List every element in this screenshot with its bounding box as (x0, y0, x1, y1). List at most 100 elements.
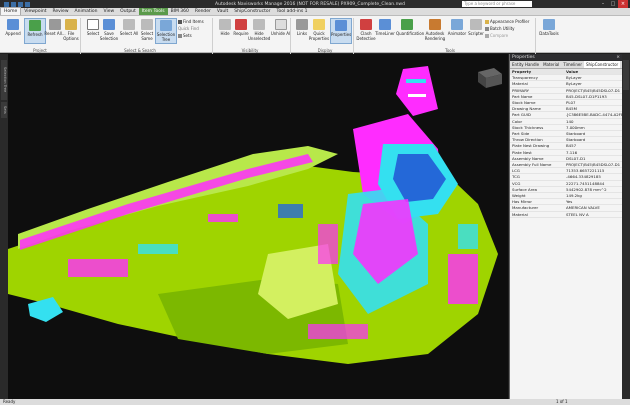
sets-tab[interactable]: Sets (1, 102, 7, 118)
tab-tool-add-ins[interactable]: Tool add-ins 1 (274, 8, 311, 15)
table-row[interactable]: PRIMARY PROJECT\B45\B45DSL07-D1 (510, 87, 622, 94)
tab-render[interactable]: Render (192, 8, 214, 15)
selection-tree-tab[interactable]: Selection Tree (1, 60, 7, 100)
properties-title: Properties (512, 55, 535, 60)
binoculars-icon (178, 19, 182, 24)
properties-icon (335, 20, 347, 31)
hide-unselected-icon (253, 19, 265, 30)
clash-icon (360, 19, 372, 30)
table-row[interactable]: Part Name B45-DSL07-D1P1193 (510, 93, 622, 101)
right-dock (622, 54, 630, 399)
compare-button[interactable]: Compare (485, 33, 508, 38)
find-items-button[interactable]: Find Items (178, 19, 204, 24)
unhide-all-button[interactable]: Unhide All (270, 18, 292, 44)
search-input[interactable]: Type a keyword or phrase (462, 1, 532, 7)
status-text: Ready (3, 399, 16, 404)
ship-model-render[interactable] (8, 54, 508, 399)
save-selection-button[interactable]: Save Selection (98, 18, 120, 44)
datatools-button[interactable]: DataTools (538, 18, 560, 44)
table-row[interactable]: Material STEEL NV A (510, 211, 622, 218)
unhide-icon (275, 19, 287, 30)
appearance-profiler-icon (485, 19, 489, 24)
redo-icon[interactable] (25, 1, 30, 7)
select-same-icon (141, 19, 153, 30)
datatools-icon (543, 19, 555, 30)
tab-viewpoint[interactable]: Viewpoint (21, 8, 49, 15)
undo-icon[interactable] (18, 1, 23, 7)
quick-find-input[interactable]: Quick Find (178, 26, 199, 31)
ribbon: Append Refresh Reset All... File Options… (0, 16, 630, 62)
tab-view[interactable]: View (100, 8, 117, 15)
ribbon-tabs: Home Viewpoint Review Animation View Out… (0, 7, 630, 16)
panel-project-label: Project (33, 48, 47, 53)
maximize-button[interactable]: □ (608, 0, 618, 8)
tab-entity-handle[interactable]: Entity Handle (510, 61, 541, 68)
quick-properties-button[interactable]: Quick Properties (308, 18, 330, 44)
append-icon (7, 19, 19, 30)
timeliner-button[interactable]: TimeLiner (374, 18, 396, 44)
quick-properties-icon (313, 19, 325, 30)
panel-tools-label: Tools (445, 48, 455, 53)
tab-review[interactable]: Review (49, 8, 71, 15)
hide-unselected-button[interactable]: Hide Unselected (248, 18, 270, 44)
tab-shipconstructor-props[interactable]: ShipConstructor (583, 61, 621, 68)
title-bar: Autodesk Navisworks Manage 2016 (NOT FOR… (0, 0, 630, 8)
app-menu-icon[interactable] (4, 1, 9, 7)
minimize-button[interactable]: – (598, 0, 608, 8)
autodesk-rendering-button[interactable]: Autodesk Rendering (424, 18, 446, 44)
tree-icon (160, 20, 172, 31)
scripter-icon (470, 19, 482, 30)
timeliner-icon (379, 19, 391, 30)
refresh-button[interactable]: Refresh (24, 18, 46, 44)
animator-icon (451, 19, 463, 30)
tab-material[interactable]: Material (541, 61, 561, 68)
scripter-button[interactable]: Scripter (465, 18, 487, 44)
tab-vault[interactable]: Vault (214, 8, 231, 15)
table-row[interactable]: Part GUID {C386E5BE-BADC-4474-A2FB... (510, 111, 622, 119)
properties-button[interactable]: Properties (330, 18, 352, 44)
selection-tree-button[interactable]: Selection Tree (155, 18, 177, 44)
rendering-icon (429, 19, 441, 30)
viewcube-icon[interactable] (478, 68, 502, 88)
tab-animation[interactable]: Animation (72, 8, 101, 15)
right-dock-tab[interactable] (623, 60, 629, 90)
close-button[interactable]: × (618, 0, 628, 8)
window-title: Autodesk Navisworks Manage 2016 (NOT FOR… (215, 1, 405, 7)
properties-header: Properties × (510, 54, 622, 61)
quantification-icon (401, 19, 413, 30)
quick-access-toolbar[interactable] (4, 1, 30, 7)
properties-panel: Properties × Entity Handle Material Time… (509, 54, 622, 399)
batch-icon (485, 26, 489, 31)
batch-utility-button[interactable]: Batch Utility (485, 26, 515, 31)
save-selection-icon (103, 19, 115, 30)
appearance-profiler-button[interactable]: Appearance Profiler (485, 19, 529, 24)
tab-item-tools[interactable]: Item Tools (138, 8, 168, 15)
panel-visibility-label: Visibility (241, 48, 259, 53)
tab-output[interactable]: Output (117, 8, 139, 15)
link-icon (296, 19, 308, 30)
require-icon (235, 19, 247, 30)
tab-bim-360[interactable]: BIM 360 (168, 8, 192, 15)
file-options-icon (65, 19, 77, 30)
tab-shipconstructor[interactable]: ShipConstructor (231, 8, 273, 15)
status-bar: Ready 1 of 1 (0, 399, 630, 405)
table-row[interactable]: Surface Area 5442902.878 mm^2 (510, 186, 622, 194)
select-all-icon (123, 19, 135, 30)
refresh-icon (29, 20, 41, 31)
quantification-button[interactable]: Quantification (396, 18, 424, 44)
sets-dropdown[interactable]: Sets (178, 33, 192, 38)
properties-table: Property Value Transparency ByLayer Mater… (510, 69, 622, 218)
3d-viewport[interactable] (8, 54, 508, 399)
panel-select-search-label: Select & Search (124, 48, 156, 53)
append-button[interactable]: Append (2, 18, 24, 44)
tab-home[interactable]: Home (0, 7, 22, 15)
table-row[interactable]: Assembly Full Name PROJECT\B45\B45DSL07-D… (510, 161, 622, 169)
sets-icon (178, 33, 182, 38)
tab-timeliner[interactable]: Timeliner (561, 61, 584, 68)
properties-tabs: Entity Handle Material Timeliner ShipCon… (510, 61, 622, 69)
file-options-button[interactable]: File Options (60, 18, 82, 44)
panel-display-label: Display (317, 48, 333, 53)
page-indicator: 1 of 1 (556, 399, 568, 404)
compare-icon (485, 33, 489, 38)
save-icon[interactable] (11, 1, 16, 7)
